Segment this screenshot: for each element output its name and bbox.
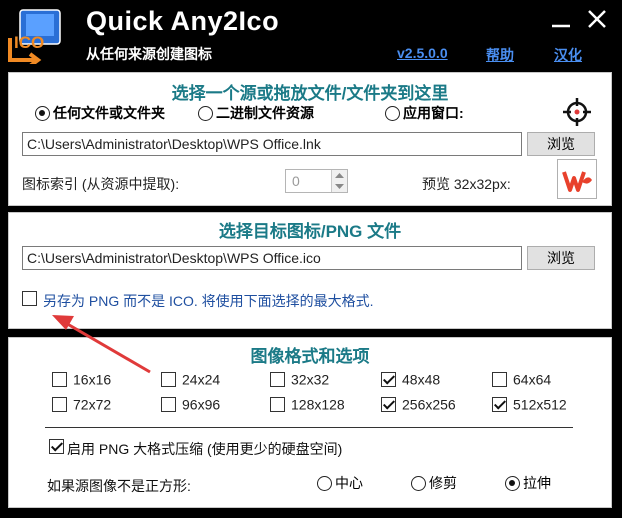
size-256-option[interactable]: 256x256 <box>381 395 456 412</box>
size-label: 24x24 <box>182 371 221 388</box>
source-browse-button[interactable]: 浏览 <box>527 132 595 156</box>
radio-label: 应用窗口: <box>403 105 464 121</box>
spin-down-icon[interactable] <box>335 183 344 190</box>
size-32-option[interactable]: 32x32 <box>270 370 329 387</box>
source-panel-title: 选择一个源或拖放文件/文件夹到这里 <box>171 84 449 103</box>
size-96-option[interactable]: 96x96 <box>161 395 220 412</box>
size-checkbox[interactable] <box>381 371 396 387</box>
app-title: Quick Any2Ico <box>86 6 280 36</box>
radio-button[interactable] <box>198 105 213 121</box>
spinner-buttons[interactable] <box>331 170 347 192</box>
radio-stretch[interactable]: 拉伸 <box>505 473 551 493</box>
size-checkbox[interactable] <box>52 371 67 387</box>
help-link[interactable]: 帮助 <box>486 45 514 65</box>
radio-crop[interactable]: 修剪 <box>411 473 457 493</box>
size-label: 48x48 <box>402 371 441 388</box>
target-panel-title: 选择目标图标/PNG 文件 <box>218 222 402 241</box>
size-label: 256x256 <box>402 396 456 413</box>
minimize-icon[interactable] <box>548 6 574 32</box>
svg-text:ICO: ICO <box>14 33 44 52</box>
radio-any-file[interactable]: 任何文件或文件夹 <box>35 103 165 123</box>
save-as-png-checkbox[interactable] <box>22 291 37 306</box>
size-label: 128x128 <box>291 396 345 413</box>
source-panel: 选择一个源或拖放文件/文件夹到这里 任何文件或文件夹 二进制文件资源 应用窗口:… <box>8 72 612 206</box>
size-24-option[interactable]: 24x24 <box>161 370 220 387</box>
size-64-option[interactable]: 64x64 <box>492 370 551 387</box>
icon-index-spinner[interactable]: 0 <box>285 169 348 193</box>
size-checkbox[interactable] <box>161 371 176 387</box>
formats-panel-title: 图像格式和选项 <box>250 347 370 366</box>
size-512-option[interactable]: 512x512 <box>492 395 567 412</box>
radio-label: 中心 <box>335 475 363 491</box>
source-path-input[interactable]: C:\Users\Administrator\Desktop\WPS Offic… <box>22 132 522 156</box>
png-compression-label: 启用 PNG 大格式压缩 (使用更少的硬盘空间) <box>67 441 343 457</box>
radio-button[interactable] <box>317 475 332 491</box>
close-icon[interactable] <box>584 6 610 32</box>
crosshair-icon[interactable] <box>562 97 592 127</box>
radio-button[interactable] <box>35 105 50 121</box>
radio-button[interactable] <box>505 475 520 491</box>
save-as-png-label: 另存为 PNG 而不是 ICO. 将使用下面选择的最大格式. <box>43 293 374 309</box>
size-label: 512x512 <box>513 396 567 413</box>
nonsquare-label: 如果源图像不是正方形: <box>47 478 191 494</box>
radio-binary-resource[interactable]: 二进制文件资源 <box>198 103 314 123</box>
formats-panel: 图像格式和选项 16x16 24x24 32x32 48x48 64x64 72… <box>8 337 612 508</box>
title-bar: ICO Quick Any2Ico 从任何来源创建图标 v2.5.0.0 帮助 … <box>0 0 622 72</box>
size-48-option[interactable]: 48x48 <box>381 370 440 387</box>
size-label: 72x72 <box>73 396 112 413</box>
size-checkbox[interactable] <box>161 396 176 412</box>
icon-index-value: 0 <box>292 173 300 189</box>
size-checkbox[interactable] <box>492 396 507 412</box>
radio-center[interactable]: 中心 <box>317 473 363 493</box>
divider <box>45 427 573 428</box>
spin-up-icon[interactable] <box>335 172 344 179</box>
version-link[interactable]: v2.5.0.0 <box>397 45 448 61</box>
localize-link[interactable]: 汉化 <box>554 45 582 65</box>
preview-label: 预览 32x32px: <box>422 176 511 192</box>
radio-label: 修剪 <box>429 475 457 491</box>
preview-box <box>557 159 597 199</box>
png-compression-checkbox[interactable] <box>49 439 64 454</box>
app-subtitle: 从任何来源创建图标 <box>86 46 212 62</box>
size-label: 16x16 <box>73 371 112 388</box>
target-path-input[interactable]: C:\Users\Administrator\Desktop\WPS Offic… <box>22 246 522 270</box>
size-128-option[interactable]: 128x128 <box>270 395 345 412</box>
size-checkbox[interactable] <box>381 396 396 412</box>
target-panel: 选择目标图标/PNG 文件 C:\Users\Administrator\Des… <box>8 212 612 329</box>
size-checkbox[interactable] <box>52 396 67 412</box>
app-logo-icon: ICO <box>8 9 61 64</box>
size-checkbox[interactable] <box>492 371 507 387</box>
radio-label: 任何文件或文件夹 <box>53 105 165 121</box>
radio-button[interactable] <box>385 105 400 121</box>
size-label: 64x64 <box>513 371 552 388</box>
size-label: 96x96 <box>182 396 221 413</box>
size-checkbox[interactable] <box>270 371 285 387</box>
icon-index-label: 图标索引 (从资源中提取): <box>22 176 180 192</box>
radio-label: 二进制文件资源 <box>216 105 314 121</box>
radio-label: 拉伸 <box>523 475 551 491</box>
size-72-option[interactable]: 72x72 <box>52 395 111 412</box>
target-browse-button[interactable]: 浏览 <box>527 246 595 270</box>
size-label: 32x32 <box>291 371 330 388</box>
radio-app-window[interactable]: 应用窗口: <box>385 103 464 123</box>
radio-button[interactable] <box>411 475 426 491</box>
size-16-option[interactable]: 16x16 <box>52 370 111 387</box>
wps-logo-icon <box>562 164 594 196</box>
size-checkbox[interactable] <box>270 396 285 412</box>
